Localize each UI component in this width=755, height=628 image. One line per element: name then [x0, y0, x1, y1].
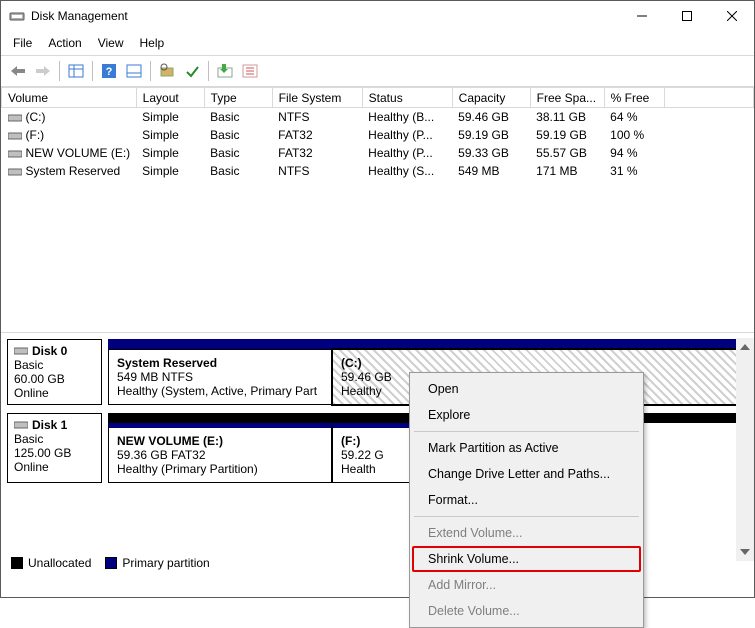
menu-help[interactable]: Help [132, 33, 173, 53]
col-fs[interactable]: File System [272, 88, 362, 108]
ctx-mark-active[interactable]: Mark Partition as Active [412, 435, 641, 461]
close-button[interactable] [709, 1, 754, 31]
ctx-open[interactable]: Open [412, 376, 641, 402]
volume-row[interactable]: (F:) SimpleBasicFAT32Healthy (P...59.19 … [2, 126, 754, 144]
properties-icon[interactable] [239, 60, 261, 82]
disk-label[interactable]: Disk 1 Basic 125.00 GB Online [7, 413, 102, 483]
toolbar: ? [1, 56, 754, 87]
window-title: Disk Management [31, 9, 619, 23]
ctx-change-letter[interactable]: Change Drive Letter and Paths... [412, 461, 641, 487]
col-blank[interactable] [664, 88, 753, 108]
titlebar: Disk Management [1, 1, 754, 31]
menu-action[interactable]: Action [40, 33, 89, 53]
col-layout[interactable]: Layout [136, 88, 204, 108]
column-headers: Volume Layout Type File System Status Ca… [2, 88, 754, 108]
view-list-icon[interactable] [65, 60, 87, 82]
col-capacity[interactable]: Capacity [452, 88, 530, 108]
col-status[interactable]: Status [362, 88, 452, 108]
partition[interactable]: (F:) 59.22 G Health [332, 423, 415, 483]
disk-management-window: Disk Management File Action View Help ? [0, 0, 755, 598]
col-free[interactable]: Free Spa... [530, 88, 604, 108]
legend-unallocated: Unallocated [11, 556, 91, 570]
disk-icon [14, 346, 28, 356]
drive-icon [8, 131, 22, 141]
back-button[interactable] [7, 60, 29, 82]
ctx-format[interactable]: Format... [412, 487, 641, 513]
menu-file[interactable]: File [5, 33, 40, 53]
help-icon[interactable]: ? [98, 60, 120, 82]
menubar: File Action View Help [1, 31, 754, 56]
menu-view[interactable]: View [90, 33, 132, 53]
drive-icon [8, 113, 22, 123]
svg-text:?: ? [106, 66, 113, 78]
ctx-add-mirror[interactable]: Add Mirror... [412, 572, 641, 598]
maximize-button[interactable] [664, 1, 709, 31]
scroll-up-icon[interactable] [736, 338, 754, 356]
refresh-icon[interactable] [156, 60, 178, 82]
volume-row[interactable]: System Reserved SimpleBasicNTFSHealthy (… [2, 162, 754, 180]
ctx-shrink-volume[interactable]: Shrink Volume... [412, 546, 641, 572]
partition[interactable]: System Reserved 549 MB NTFS Healthy (Sys… [108, 349, 332, 405]
drive-icon [8, 149, 22, 159]
disk-icon [14, 420, 28, 430]
disk-label[interactable]: Disk 0 Basic 60.00 GB Online [7, 339, 102, 405]
forward-button[interactable] [32, 60, 54, 82]
ctx-extend-volume[interactable]: Extend Volume... [412, 520, 641, 546]
drive-icon [8, 167, 22, 177]
col-pct[interactable]: % Free [604, 88, 664, 108]
volume-row[interactable]: NEW VOLUME (E:) SimpleBasicFAT32Healthy … [2, 144, 754, 162]
action-icon[interactable] [214, 60, 236, 82]
volume-list: Volume Layout Type File System Status Ca… [1, 87, 754, 333]
context-menu: Open Explore Mark Partition as Active Ch… [409, 372, 644, 628]
ctx-delete-volume[interactable]: Delete Volume... [412, 598, 641, 624]
legend-primary: Primary partition [105, 556, 209, 570]
partition[interactable]: NEW VOLUME (E:) 59.36 GB FAT32 Healthy (… [108, 423, 332, 483]
scroll-down-icon[interactable] [736, 543, 754, 561]
minimize-button[interactable] [619, 1, 664, 31]
apply-icon[interactable] [181, 60, 203, 82]
col-volume[interactable]: Volume [2, 88, 137, 108]
ctx-explore[interactable]: Explore [412, 402, 641, 428]
volume-row[interactable]: (C:) SimpleBasicNTFSHealthy (B...59.46 G… [2, 108, 754, 127]
app-icon [9, 8, 25, 24]
col-type[interactable]: Type [204, 88, 272, 108]
view-detail-icon[interactable] [123, 60, 145, 82]
vertical-scrollbar[interactable] [736, 338, 754, 561]
